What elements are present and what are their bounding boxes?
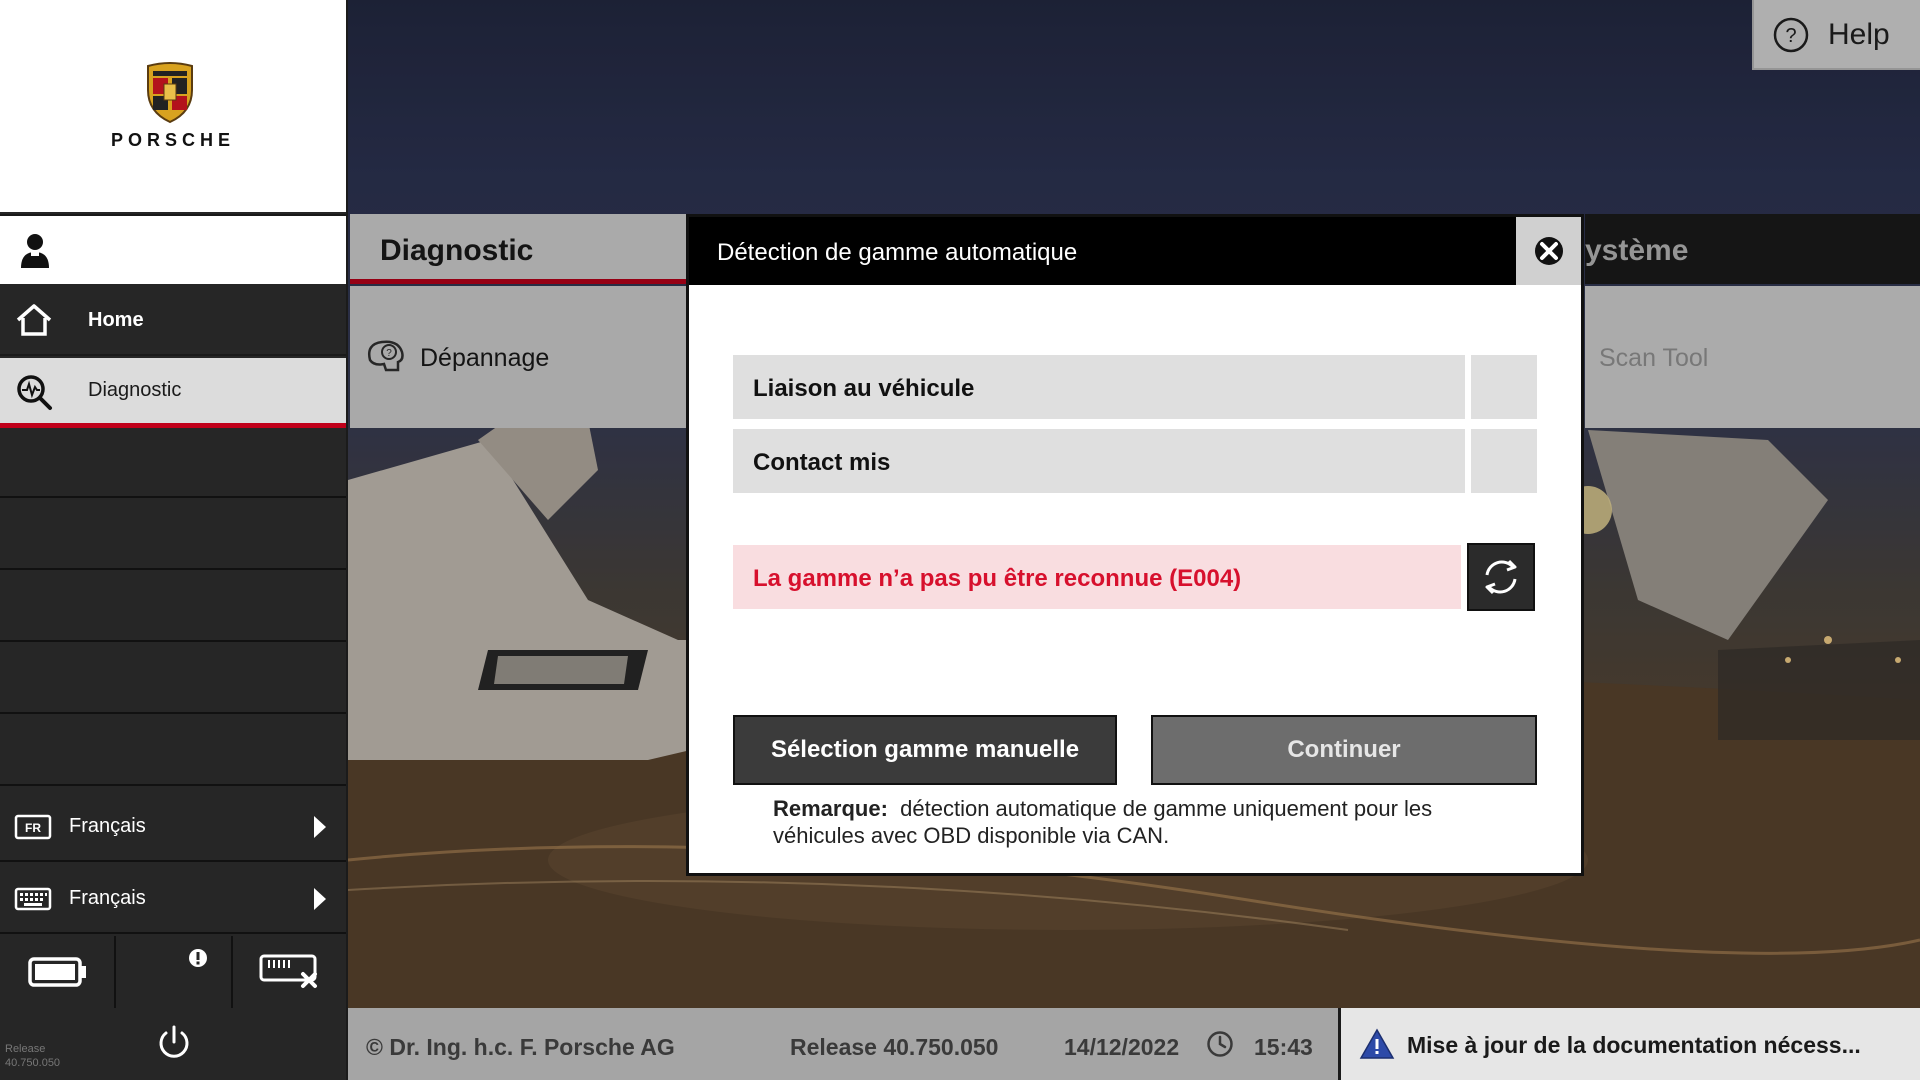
logo-panel: PORSCHE — [0, 0, 346, 212]
documentation-update-notice[interactable]: Mise à jour de la documentation nécess..… — [1338, 1008, 1920, 1080]
refresh-icon — [1485, 559, 1517, 595]
keyboard-language-selector[interactable]: Français — [0, 864, 346, 934]
manual-range-selection-button[interactable]: Sélection gamme manuelle — [733, 715, 1117, 785]
bottom-bar: Release 40.750.050 — [0, 1008, 346, 1080]
dialog-header: Détection de gamme automatique — [689, 217, 1581, 285]
sidebar-empty-slot — [0, 716, 346, 786]
home-icon — [16, 304, 52, 336]
sidebar-empty-slot — [0, 428, 346, 498]
power-icon[interactable] — [156, 1024, 192, 1062]
dialog-title: Détection de gamme automatique — [717, 239, 1078, 266]
status-indicator — [1471, 355, 1537, 419]
language-flag-icon: FR — [14, 814, 52, 840]
chevron-right-icon — [314, 888, 326, 910]
retry-button[interactable] — [1467, 543, 1535, 611]
ui-language-label: Français — [69, 815, 146, 837]
notice-text: Mise à jour de la documentation nécess..… — [1407, 1032, 1861, 1058]
chevron-right-icon — [314, 816, 326, 838]
sidebar-item-label: Home — [88, 308, 144, 331]
warning-triangle-icon — [1359, 1028, 1395, 1059]
status-row-label: Contact mis — [753, 449, 891, 476]
sidebar-empty-slot — [0, 572, 346, 642]
copyright-text: © Dr. Ing. h.c. F. Porsche AG — [366, 1034, 675, 1060]
battery-icon — [28, 957, 86, 987]
vci-disconnected-icon — [259, 954, 317, 988]
close-icon — [1535, 237, 1563, 265]
sidebar-empty-slot — [0, 644, 346, 714]
user-profile-button[interactable] — [0, 214, 346, 284]
continue-button[interactable]: Continuer — [1151, 715, 1537, 785]
alert-status[interactable] — [116, 936, 233, 1008]
remark-note: Remarque: détection automatique de gamme… — [773, 795, 1513, 849]
error-message-row: La gamme n’a pas pu être reconnue (E004) — [733, 545, 1461, 609]
keyboard-language-label: Français — [69, 887, 146, 909]
footer-time: 15:43 — [1254, 1034, 1313, 1060]
vci-connection-status[interactable] — [233, 936, 346, 1008]
close-button[interactable] — [1516, 217, 1581, 285]
diagnostic-search-icon — [17, 375, 52, 410]
status-indicator — [1471, 429, 1537, 493]
release-version: Release 40.750.050 — [790, 1034, 999, 1060]
status-row-vehicle-link: Liaison au véhicule — [733, 355, 1465, 419]
user-icon — [21, 234, 49, 268]
remark-label: Remarque: — [773, 796, 888, 821]
sidebar-item-diagnostic[interactable]: Diagnostic — [0, 358, 346, 428]
keyboard-icon — [14, 887, 52, 911]
porsche-crest-icon — [147, 62, 193, 124]
status-row-ignition: Contact mis — [733, 429, 1465, 493]
battery-status[interactable] — [0, 936, 116, 1008]
status-row-label: Liaison au véhicule — [753, 375, 975, 402]
clock-icon — [1207, 1031, 1233, 1057]
footer-date: 14/12/2022 — [1064, 1034, 1180, 1060]
exclamation-icon — [189, 949, 207, 967]
ui-language-selector[interactable]: FR Français — [0, 792, 346, 862]
sidebar: PORSCHE Home Diagnostic FR Français Fran… — [0, 0, 346, 1080]
error-message: La gamme n’a pas pu être reconnue (E004) — [753, 565, 1242, 592]
auto-range-detection-dialog: Détection de gamme automatique Liaison a… — [686, 214, 1584, 876]
sidebar-item-home[interactable]: Home — [0, 286, 346, 356]
porsche-wordmark: PORSCHE — [110, 130, 235, 150]
sidebar-item-label: Diagnostic — [88, 379, 182, 401]
language-code: FR — [25, 821, 41, 835]
sidebar-empty-slot — [0, 500, 346, 570]
release-version-small: Release 40.750.050 — [5, 1043, 61, 1069]
